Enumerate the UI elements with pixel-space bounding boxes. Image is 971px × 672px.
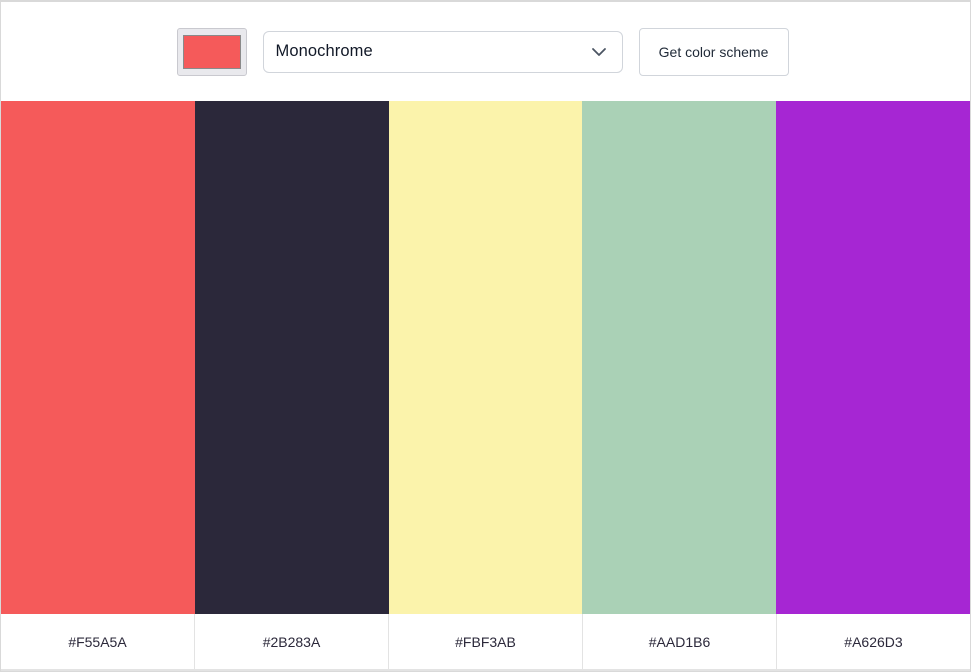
hex-label[interactable]: #FBF3AB xyxy=(388,614,582,669)
seed-color-swatch xyxy=(182,34,241,69)
color-columns xyxy=(1,101,970,614)
color-column[interactable] xyxy=(388,101,583,614)
controls-header: Monochrome Get color scheme xyxy=(1,2,970,101)
color-column[interactable] xyxy=(1,101,195,614)
hex-label[interactable]: #AAD1B6 xyxy=(582,614,776,669)
color-column[interactable] xyxy=(776,101,970,614)
color-column[interactable] xyxy=(194,101,389,614)
app-frame: Monochrome Get color scheme #F55A5A #2B2… xyxy=(0,0,971,672)
scheme-mode-select[interactable]: Monochrome xyxy=(262,30,623,73)
hex-labels: #F55A5A #2B283A #FBF3AB #AAD1B6 #A626D3 xyxy=(1,614,970,671)
hex-label[interactable]: #A626D3 xyxy=(776,614,970,669)
hex-label[interactable]: #2B283A xyxy=(194,614,388,669)
scheme-mode-value: Monochrome xyxy=(275,42,373,60)
hex-label[interactable]: #F55A5A xyxy=(1,614,194,669)
chevron-down-icon xyxy=(590,43,608,61)
get-color-scheme-button[interactable]: Get color scheme xyxy=(638,27,789,76)
seed-color-picker[interactable] xyxy=(176,27,247,76)
color-column[interactable] xyxy=(582,101,777,614)
